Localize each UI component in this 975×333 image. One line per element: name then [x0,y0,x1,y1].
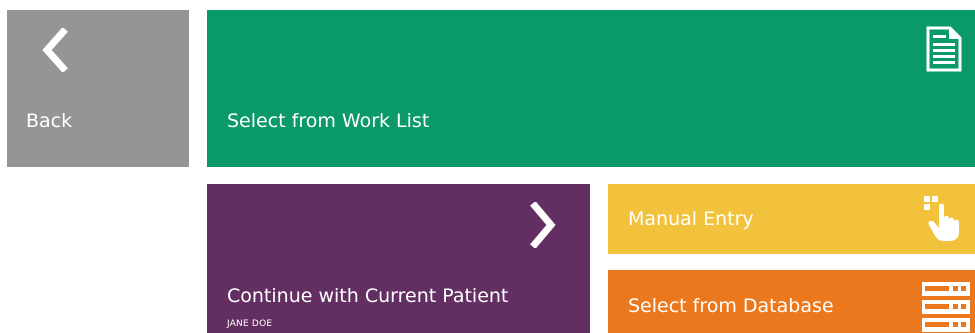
select-from-work-list-button[interactable]: Select from Work List [207,10,975,167]
work-list-label: Select from Work List [227,110,430,132]
select-from-database-button[interactable]: Select from Database [608,270,975,333]
back-button[interactable]: Back [7,10,189,167]
back-label: Back [26,110,73,132]
manual-entry-button[interactable]: Manual Entry [608,184,975,254]
continue-label: Continue with Current Patient [227,285,509,307]
database-icon [921,281,971,333]
continue-with-current-patient-button[interactable]: Continue with Current Patient JANE DOE [207,184,590,333]
document-icon [925,25,963,77]
keypad-hand-icon [922,194,962,246]
chevron-right-icon [529,201,559,252]
database-label: Select from Database [628,295,834,317]
manual-entry-label: Manual Entry [628,208,754,230]
chevron-left-icon [39,27,69,76]
patient-name: JANE DOE [227,319,273,329]
